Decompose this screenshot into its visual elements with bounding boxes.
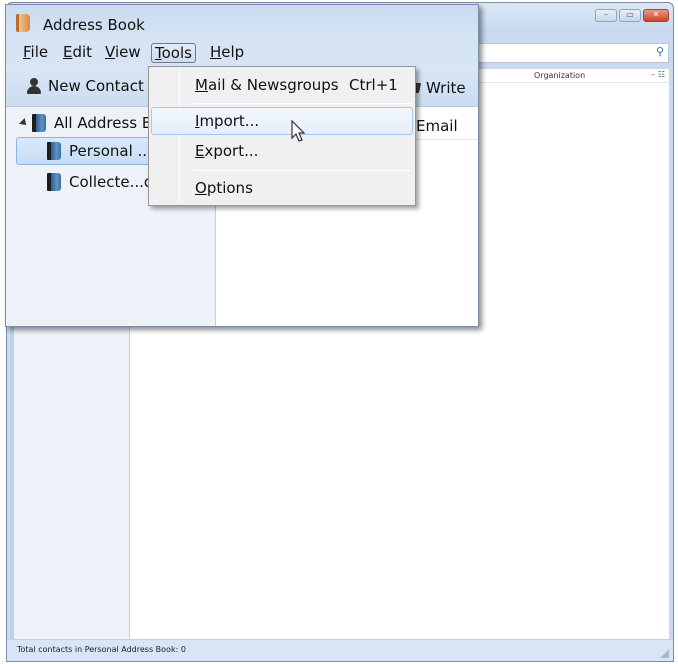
menu-item-accel: O <box>195 179 207 197</box>
menu-separator <box>193 170 411 171</box>
write-button[interactable]: Write <box>412 79 466 97</box>
menu-item-text: mport... <box>199 112 260 130</box>
menu-item-text: xport... <box>204 142 259 160</box>
menu-item-mail-newsgroups[interactable]: Mail & Newsgroups Ctrl+1 <box>151 71 413 99</box>
tree-item-label: Collecte...d <box>69 173 154 191</box>
status-text: Total contacts in Personal Address Book:… <box>17 645 186 654</box>
menu-tools-accel: T <box>155 44 162 62</box>
menu-item-import[interactable]: Import... <box>151 107 413 135</box>
window-title: Address Book <box>43 16 145 34</box>
address-book-icon <box>47 142 61 160</box>
menu-file-accel: F <box>23 43 31 61</box>
menu-item-text: ail & Newsgroups <box>207 76 339 94</box>
column-separator: – <box>651 70 655 79</box>
menu-file-label: ile <box>30 43 49 61</box>
menu-view-accel: V <box>105 43 115 61</box>
column-picker-icon[interactable]: ☷ <box>658 70 665 79</box>
menu-item-shortcut: Ctrl+1 <box>349 76 398 94</box>
menu-item-label: Mail & Newsgroups <box>195 76 339 94</box>
minimize-button[interactable]: – <box>595 9 617 22</box>
menu-item-accel: M <box>195 76 208 94</box>
tree-item-all-address-books[interactable]: All Address B <box>19 109 153 137</box>
status-bar: Total contacts in Personal Address Book:… <box>7 639 673 661</box>
window-controls: – ▭ ✕ <box>595 9 669 22</box>
mouse-cursor-icon <box>291 120 306 142</box>
menu-view-label: iew <box>114 43 141 61</box>
person-icon <box>26 78 42 94</box>
close-button[interactable]: ✕ <box>643 9 669 22</box>
menu-tools-label: ools <box>161 44 192 62</box>
tools-menu: Mail & Newsgroups Ctrl+1 Import... Expor… <box>148 66 416 206</box>
address-book-icon <box>47 173 61 191</box>
column-organization[interactable]: Organization <box>534 71 585 80</box>
write-label: Write <box>426 79 466 97</box>
menu-edit[interactable]: Edit <box>60 43 95 63</box>
maximize-button[interactable]: ▭ <box>619 9 641 22</box>
expand-twisty-icon[interactable] <box>19 118 29 128</box>
menu-view[interactable]: View <box>102 43 144 63</box>
tree-item-label: All Address B <box>54 114 153 132</box>
menu-item-label: Export... <box>195 142 258 160</box>
menu-help-label: elp <box>221 43 245 61</box>
new-contact-label: New Contact <box>48 77 144 95</box>
tree-item-collected[interactable]: Collecte...d <box>47 168 153 196</box>
resize-grip[interactable] <box>660 649 669 658</box>
menu-separator <box>193 103 411 104</box>
menu-item-options[interactable]: Options <box>151 174 413 202</box>
address-book-icon <box>16 14 30 32</box>
menu-item-text: ptions <box>206 179 253 197</box>
tree-item-label: Personal ... <box>69 142 152 160</box>
column-email[interactable]: Email <box>416 117 458 135</box>
search-icon[interactable]: ⚲ <box>656 45 664 58</box>
search-input[interactable]: ⚲ <box>477 43 669 63</box>
menu-item-label: Options <box>195 179 253 197</box>
menu-help-accel: H <box>210 43 222 61</box>
menu-item-export[interactable]: Export... <box>151 137 413 165</box>
menu-help[interactable]: Help <box>207 43 247 63</box>
address-book-icon <box>32 114 46 132</box>
menu-item-label: Import... <box>195 112 259 130</box>
new-contact-button[interactable]: New Contact <box>26 77 144 95</box>
title-bar: Address Book <box>6 5 478 39</box>
menu-edit-label: dit <box>72 43 93 61</box>
menu-file[interactable]: File <box>20 43 51 63</box>
menu-tools[interactable]: Tools <box>151 43 196 63</box>
menu-bar: File Edit View Tools Help <box>6 39 478 65</box>
